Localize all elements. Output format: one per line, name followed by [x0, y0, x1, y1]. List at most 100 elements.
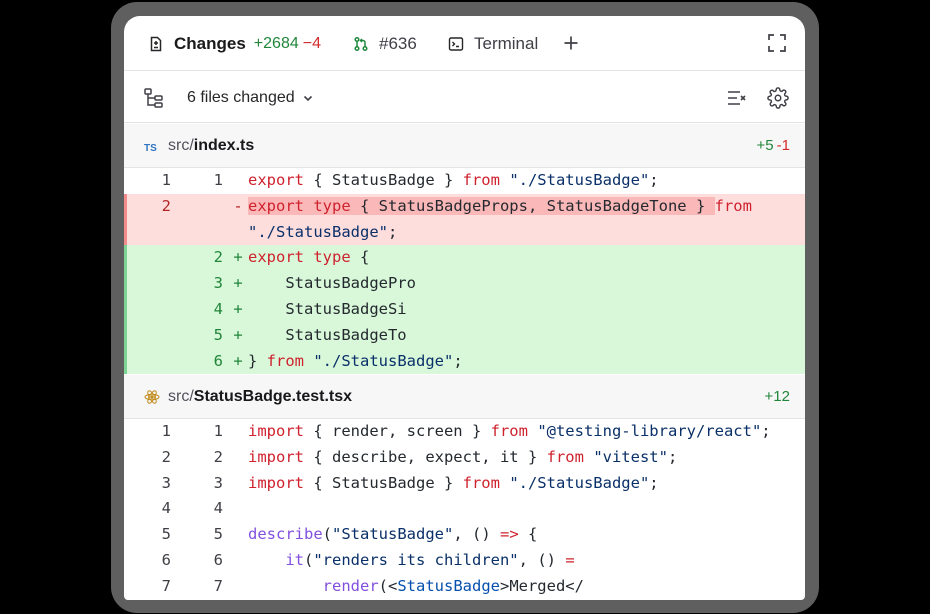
code-token: export	[248, 248, 304, 267]
file-path-name: index.ts	[193, 136, 255, 154]
code-content: import { render, screen } from "@testing…	[248, 419, 771, 445]
diff-line[interactable]: 6 6 it("renders its children", () =	[124, 548, 805, 574]
new-line-number: 4	[213, 499, 223, 518]
code-token: { StatusBadgeProps, StatusBadgeTone }	[350, 196, 715, 215]
code-token: >Merged</	[499, 576, 584, 595]
code-token: export	[248, 171, 304, 189]
new-line-number: 2	[213, 447, 223, 466]
tab-terminal-label: Terminal	[474, 33, 539, 53]
code-content: describe("StatusBadge", () => {	[248, 522, 537, 548]
changes-panel: Changes +2684 −4 #636 Terminal 6 files c…	[124, 16, 805, 600]
diff-line-added[interactable]: 6 +} from "./StatusBadge";	[124, 348, 805, 375]
code-content: export type { StatusBadgeProps, StatusBa…	[248, 194, 752, 220]
file-tree-toggle[interactable]	[143, 87, 165, 109]
diff-line-added[interactable]: 3 + StatusBadgePro	[124, 271, 805, 297]
code-content: export type {	[248, 245, 369, 271]
diff-line-added[interactable]: 5 + StatusBadgeTo	[124, 322, 805, 349]
diff-marker: +	[233, 299, 243, 318]
code-token: StatusBadgeTo	[248, 325, 407, 344]
diff-line[interactable]: 3 3 import { StatusBadge } from "./StatusB…	[124, 471, 805, 497]
collapse-all-button[interactable]	[726, 88, 748, 108]
new-line-number: 2	[213, 248, 223, 267]
code-token: { StatusBadge }	[304, 171, 463, 189]
diff-marker: +	[233, 274, 243, 293]
diff-line-added[interactable]: 4 + StatusBadgeSi	[124, 296, 805, 323]
code-token: ;	[761, 422, 771, 440]
code-token: { render, screen }	[304, 422, 491, 440]
code-token: { StatusBadge }	[304, 473, 463, 492]
diff-marker: +	[233, 325, 243, 344]
new-line-number: 5	[213, 525, 223, 544]
total-deletions: −4	[302, 34, 321, 52]
new-line-number: 6	[213, 550, 223, 569]
diff-line[interactable]: 44	[124, 496, 805, 522]
new-line-number: 7	[213, 576, 223, 595]
code-token: from	[266, 351, 304, 370]
code-token: (<	[378, 576, 398, 595]
diff-line[interactable]: 5 5 describe("StatusBadge", () => {	[124, 522, 805, 548]
top-tab-bar: Changes +2684 −4 #636 Terminal	[124, 16, 805, 71]
files-changed-dropdown[interactable]: 6 files changed	[187, 72, 314, 123]
code-token: {	[518, 525, 538, 544]
code-token: "renders its children"	[313, 550, 519, 569]
code-content: import { describe, expect, it } from "vi…	[248, 445, 677, 471]
old-line-number: 1	[161, 171, 171, 189]
code-content: render(<StatusBadge>Merged</	[248, 574, 584, 600]
diff-line-added[interactable]: 2 + export type {	[124, 245, 805, 272]
new-line-number: 3	[213, 274, 223, 293]
code-token: describe	[248, 525, 323, 544]
code-token: type	[313, 196, 351, 215]
file-header-statusbadge-test[interactable]: src/StatusBadge.test.tsx +12	[124, 375, 805, 419]
code-token: ;	[649, 473, 659, 492]
code-token: { describe, expect, it }	[304, 447, 547, 466]
file-deletions: -1	[776, 137, 790, 154]
tab-terminal[interactable]: Terminal	[447, 16, 538, 71]
fullscreen-button[interactable]	[767, 33, 787, 53]
diff-line[interactable]: 7 7 render(<StatusBadge>Merged</	[124, 574, 805, 600]
diff-line[interactable]: 2 2 import { describe, expect, it } from "…	[124, 445, 805, 471]
new-line-number: 3	[213, 473, 223, 492]
new-tab-button[interactable]	[561, 33, 581, 53]
file-stats: +12	[765, 388, 790, 405]
code-content: } from "./StatusBadge";	[248, 349, 463, 375]
chevron-down-icon	[303, 95, 312, 101]
file-type-badge: TS	[144, 143, 157, 154]
file-path-dir: src/	[168, 136, 194, 154]
tab-pull-request[interactable]: #636	[352, 16, 417, 71]
code-token: "./StatusBadge"	[313, 351, 454, 370]
code-token: type	[313, 248, 351, 267]
file-tree-icon	[144, 88, 163, 108]
diff-marker: +	[233, 351, 243, 370]
diff-line[interactable]: 1 1 export { StatusBadge } from "./StatusB…	[124, 168, 805, 194]
diff-body-index-ts: 1 1 export { StatusBadge } from "./StatusB…	[124, 168, 805, 375]
diff-line-removed[interactable]: "./StatusBadge";	[124, 219, 805, 246]
file-header-index-ts[interactable]: TS src/index.ts +5 -1	[124, 124, 805, 168]
tab-changes[interactable]: Changes +2684 −4	[147, 16, 321, 71]
typescript-file-icon: TS	[144, 138, 160, 154]
diff-line-removed[interactable]: 2 - export type { StatusBadgeProps, Status…	[124, 193, 805, 220]
code-content: import { StatusBadge } from "./StatusBad…	[248, 471, 659, 497]
expand-icon	[768, 34, 786, 52]
diff-toolbar: 6 files changed	[124, 72, 805, 123]
code-token: import	[248, 473, 304, 492]
code-content: export { StatusBadge } from "./StatusBad…	[248, 168, 659, 194]
code-token: ;	[453, 351, 463, 370]
code-token: export	[248, 196, 304, 215]
code-token: ;	[387, 222, 398, 241]
diff-line[interactable]: 1 1 import { render, screen } from "@testi…	[124, 419, 805, 445]
file-path-name: StatusBadge.test.tsx	[193, 387, 353, 405]
code-token: "./StatusBadge"	[248, 222, 388, 241]
code-token: =	[565, 550, 575, 569]
diff-marker: -	[233, 196, 243, 215]
code-token: (	[304, 550, 314, 569]
tab-pull-request-label: #636	[379, 33, 417, 53]
code-token: ;	[667, 447, 678, 466]
diff-settings-button[interactable]	[767, 87, 789, 109]
plus-icon	[564, 36, 578, 50]
code-token: StatusBadgeSi	[248, 299, 407, 318]
